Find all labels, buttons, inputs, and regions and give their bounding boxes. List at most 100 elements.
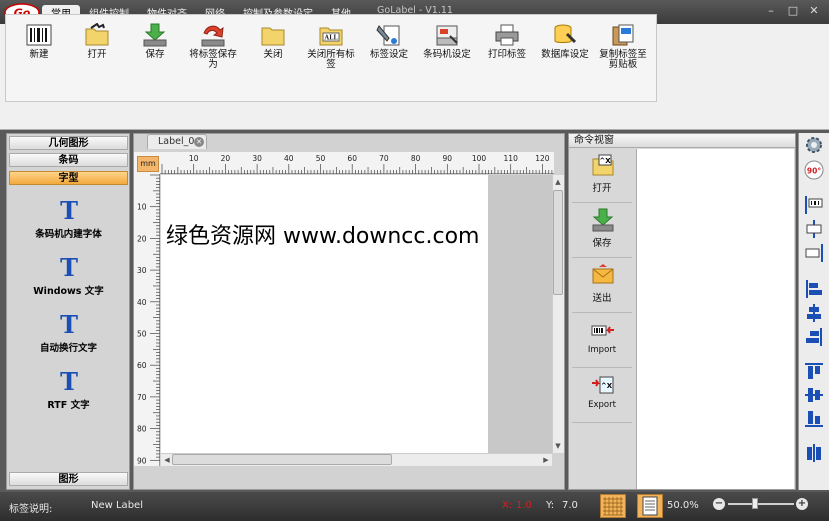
gear-icon[interactable] [804,135,824,155]
section-barcode[interactable]: 条码 [9,153,128,167]
ruler-h-label: 120 [535,154,550,163]
unit-button[interactable]: mm [137,156,159,172]
align-toolbar: 90° [798,133,829,490]
vertical-scroll-thumb[interactable] [553,190,563,295]
section-font[interactable]: 字型 [9,171,128,185]
section-graphic[interactable]: 图形 [9,472,128,486]
cmd-import-button[interactable]: Import [572,314,632,368]
ruler-h-label: 60 [347,154,357,163]
page-view-icon[interactable] [637,494,663,518]
tool-rtf-text[interactable]: T RTF 文字 [9,369,128,412]
label-description-title: 标签说明: [9,504,53,515]
distribute-bottom-icon[interactable] [804,409,824,429]
golabel-window: Go 常用 组件控制 物件对齐 网络 控制及参数设定 其他 GoLabel - … [0,0,829,521]
zoom-slider-thumb[interactable] [752,498,758,509]
ruler-v-label: 50 [137,330,147,339]
zoom-out-icon[interactable]: − [713,498,725,510]
ruler-h-label: 70 [379,154,389,163]
close-window-icon[interactable]: ✕ [806,4,822,18]
tool-rtf-text-label: RTF 文字 [47,400,90,411]
cmd-open-label: 打开 [592,183,612,194]
copy-to-clipboard-label: 复制标签至剪贴板 [599,49,647,70]
align-left-icon[interactable] [804,279,824,299]
tool-wrap-text[interactable]: T 自动换行文字 [9,312,128,355]
y-coord-label: Y: [546,500,555,511]
label-text-object[interactable]: 绿色资源网 www.downcc.com [166,218,496,252]
label-canvas[interactable] [161,175,488,453]
save-as-label: 将标签保存为 [189,49,237,70]
open-label: 打开 [87,49,107,60]
zoom-in-icon[interactable]: + [796,498,808,510]
folder-close-icon [260,23,286,47]
close-label: 关闭 [263,49,283,60]
print-label-button[interactable]: 打印标签 [480,15,534,95]
cmd-save-button[interactable]: 保存 [572,204,632,258]
database-setting-label: 数据库设定 [541,49,589,60]
cmd-open-button[interactable]: ^X 打开 [572,149,632,203]
ruler-v-label: 20 [137,234,147,243]
close-button[interactable]: 关闭 [246,15,300,95]
open-button[interactable]: 打开 [70,15,124,95]
ruler-h-label: 80 [411,154,421,163]
import-icon [591,318,615,342]
ruler-v-label: 30 [137,266,147,275]
label-setting-button[interactable]: 标签设定 [362,15,416,95]
align-right-icon[interactable] [804,327,824,347]
canvas-outside [488,175,552,453]
grid-toggle-icon[interactable] [600,494,626,518]
align-bottom-icon[interactable] [804,243,824,263]
save-as-button[interactable]: 将标签保存为 [186,15,240,95]
close-all-label: 关闭所有标签 [307,49,355,70]
cmd-export-button[interactable]: ^X Export [572,369,632,423]
svg-text:^X: ^X [601,382,613,390]
ruler-v-label: 60 [137,361,147,370]
zoom-slider-track[interactable] [728,503,794,505]
align-center-icon[interactable] [804,303,824,323]
close-all-button[interactable]: ALL 关闭所有标签 [304,15,358,95]
ruler-h-label: 20 [221,154,231,163]
cmd-send-label: 送出 [592,293,612,304]
cmd-import-label: Import [587,345,617,355]
scroll-left-icon[interactable]: ◀ [162,454,172,466]
windows-text-icon: T [60,253,78,282]
printer-setting-label: 条码机设定 [423,49,471,60]
tool-printer-font-label: 条码机内建字体 [35,229,102,240]
ruler-h-label: 30 [252,154,262,163]
align-top-icon[interactable] [804,195,824,215]
scroll-up-icon[interactable]: ▲ [553,176,563,188]
tool-windows-text[interactable]: T Windows 文字 [9,253,128,298]
printer-setting-button[interactable]: 条码机设定 [420,15,474,95]
equal-spacing-icon[interactable] [804,443,824,463]
tool-printer-font[interactable]: T 条码机内建字体 [9,198,128,241]
distribute-middle-icon[interactable] [804,385,824,405]
minimize-icon[interactable]: – [763,4,779,18]
section-geometry[interactable]: 几何图形 [9,136,128,150]
scroll-down-icon[interactable]: ▼ [553,440,563,452]
maximize-icon[interactable]: □ [785,4,801,18]
command-view-title: 命令视窗 [569,134,795,148]
ruler-h-label: 40 [284,154,294,163]
scroll-right-icon[interactable]: ▶ [541,454,551,466]
close-tab-icon[interactable]: ✕ [194,137,204,147]
clipboard-icon [610,23,636,47]
x-coord-value: 1.0 [516,500,532,511]
cmd-send-button[interactable]: 送出 [572,259,632,313]
cmd-export-label: Export [588,400,616,410]
copy-to-clipboard-button[interactable]: 复制标签至剪贴板 [596,15,650,95]
ribbon-group: 新建 打开 保存 将标签保存为 关闭 ALL 关闭所有标签 标签设定 条码机设定 [5,14,657,102]
align-middle-icon[interactable] [804,219,824,239]
open-command-icon: ^X [591,153,615,177]
ruler-v-label: 80 [137,425,147,434]
tool-wrap-text-label: 自动换行文字 [39,343,97,354]
ruler-h-label: 10 [189,154,199,163]
vertical-ruler: 10 20 30 40 50 60 70 80 90 [134,174,160,466]
horizontal-scroll-thumb[interactable] [172,454,392,465]
new-label: 新建 [29,49,49,60]
new-button[interactable]: 新建 [12,15,66,95]
rotate-90-icon[interactable]: 90° [804,160,824,180]
distribute-top-icon[interactable] [804,361,824,381]
database-setting-button[interactable]: 数据库设定 [538,15,592,95]
command-editor[interactable] [636,149,794,489]
tool-windows-text-label: Windows 文字 [33,286,104,297]
save-button[interactable]: 保存 [128,15,182,95]
